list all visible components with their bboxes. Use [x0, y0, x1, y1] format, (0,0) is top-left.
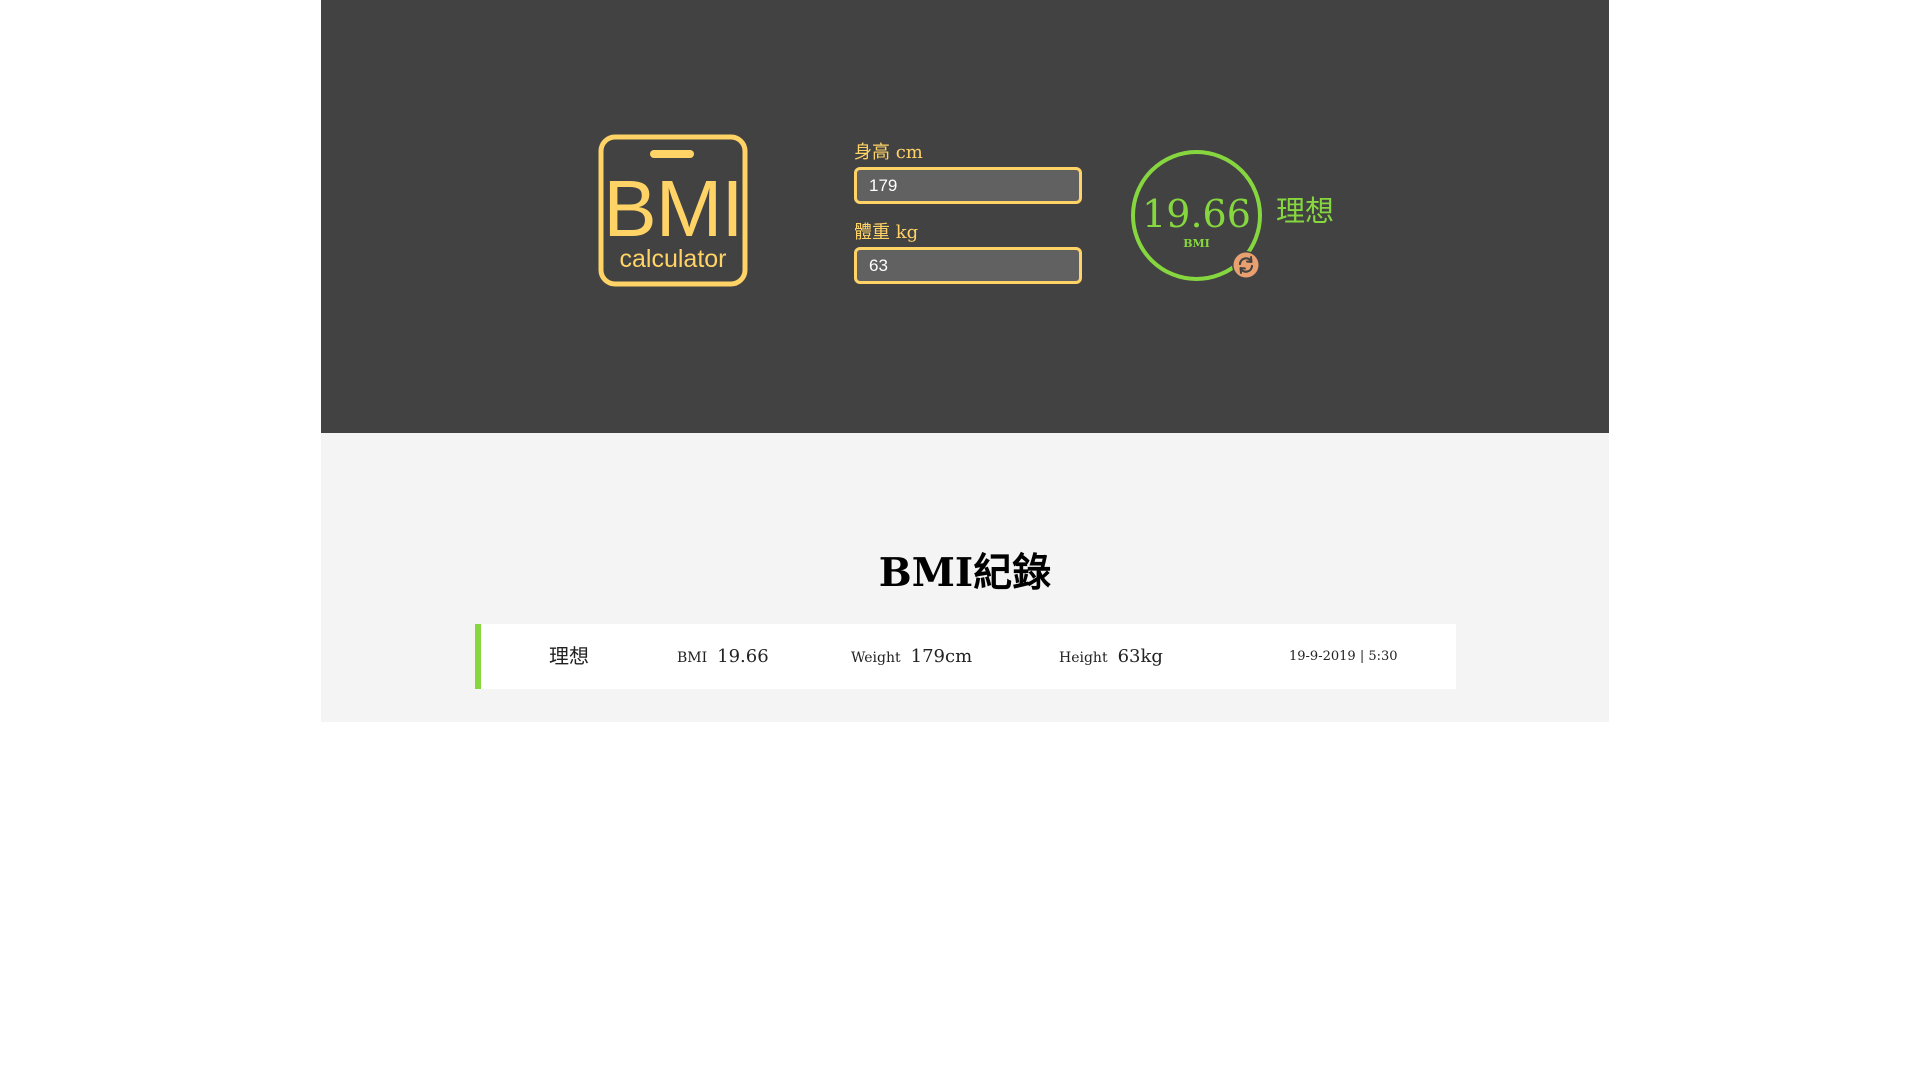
svg-text:calculator: calculator: [620, 245, 727, 273]
record-weight-label: Weight: [851, 650, 901, 666]
record-bmi-value: 19.66: [717, 646, 769, 667]
weight-input[interactable]: [854, 247, 1082, 284]
record-timestamp: 19-9-2019 | 5:30: [1289, 649, 1398, 664]
record-weight-value: 179cm: [910, 646, 973, 667]
weight-field-group: 體重 kg: [854, 223, 1082, 284]
height-label: 身高 cm: [854, 142, 923, 163]
record-height-value: 63kg: [1117, 646, 1163, 667]
bmi-calculator-logo: BMI calculator: [597, 134, 749, 288]
bmi-status-label: 理想: [1276, 194, 1335, 228]
refresh-icon: [1232, 251, 1260, 279]
record-bmi-label: BMI: [677, 650, 708, 666]
height-field-group: 身高 cm: [854, 143, 1082, 204]
calculator-panel: BMI calculator 身高 cm 體重 kg 19.66 BMI: [321, 0, 1609, 433]
height-input[interactable]: [854, 167, 1082, 204]
weight-label: 體重 kg: [854, 222, 919, 243]
reset-button[interactable]: [1232, 251, 1260, 279]
bmi-result-unit: BMI: [1183, 237, 1210, 250]
record-weight: Weight 179cm: [851, 624, 972, 689]
svg-text:BMI: BMI: [603, 164, 742, 253]
bmi-result-circle: 19.66 BMI: [1131, 150, 1262, 281]
record-bmi: BMI 19.66: [677, 624, 769, 689]
records-title: BMI紀錄: [878, 550, 1052, 596]
record-row: 理想 BMI 19.66 Weight 179cm Height 63kg 19-9-…: [475, 624, 1456, 689]
record-height-label: Height: [1059, 650, 1108, 666]
record-height: Height 63kg: [1059, 624, 1163, 689]
bmi-result-value: 19.66: [1142, 192, 1251, 236]
record-status: 理想: [549, 644, 589, 668]
records-section: BMI紀錄 理想 BMI 19.66 Weight 179cm Height 63kg…: [321, 433, 1609, 722]
page: BMI calculator 身高 cm 體重 kg 19.66 BMI: [321, 0, 1609, 722]
